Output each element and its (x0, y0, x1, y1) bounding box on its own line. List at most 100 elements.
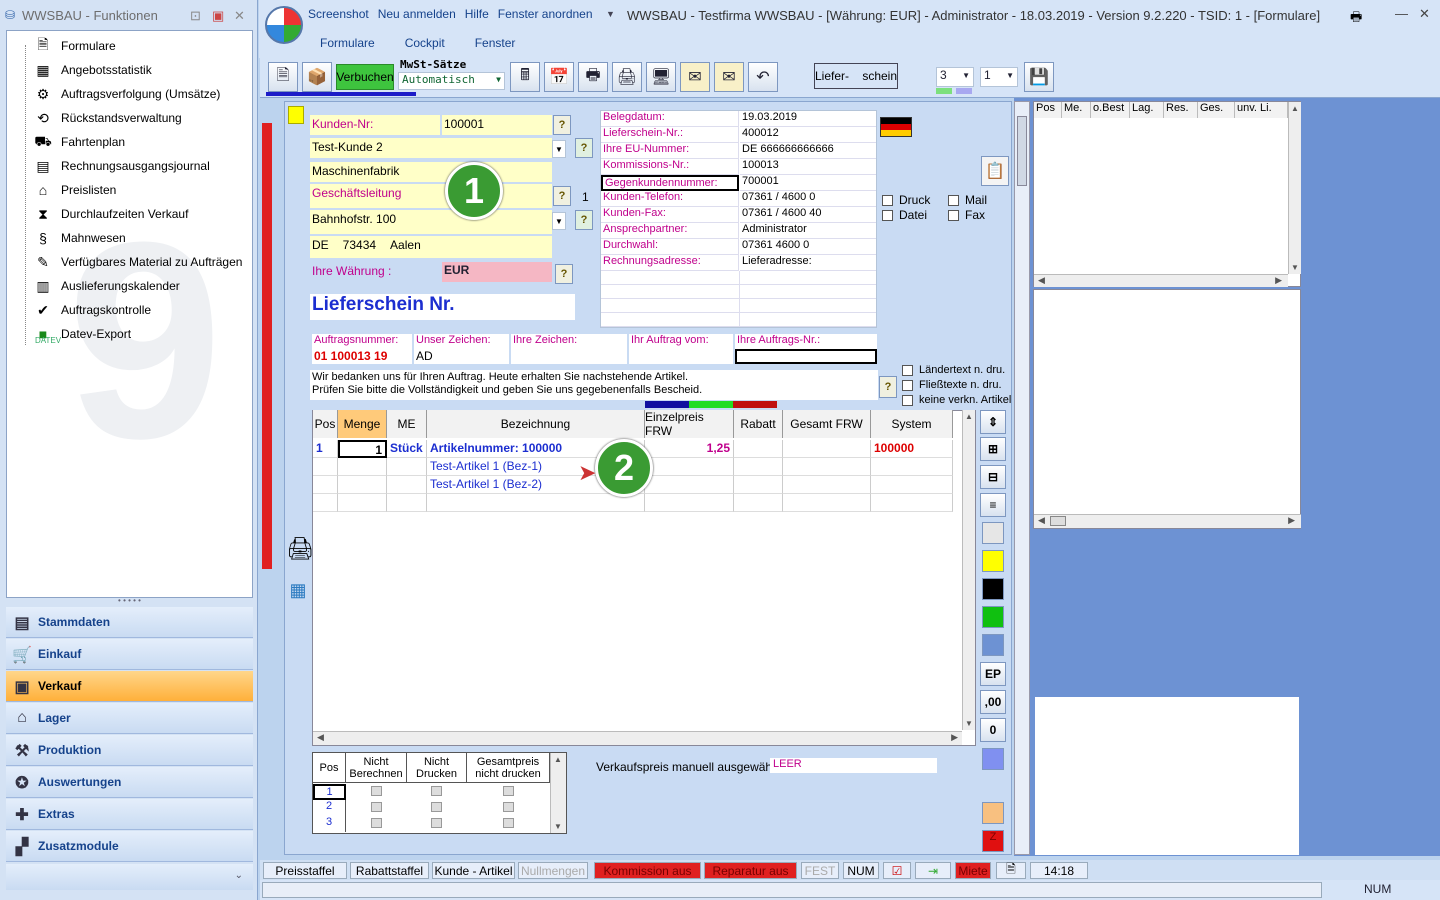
grid-cell-pos[interactable] (313, 494, 338, 512)
grid-hscroll[interactable]: ◀ ▶ (313, 731, 962, 745)
intro-text[interactable]: Wir bedanken uns für Ihren Auftrag. Heut… (310, 370, 878, 400)
tree-item-2[interactable]: ⚙ Auftragsverfolgung (Umsätze) (33, 83, 221, 105)
option-fax[interactable]: Fax (948, 208, 985, 222)
zip-field[interactable]: 73434 (343, 238, 376, 256)
option-datei[interactable]: Datei (882, 208, 927, 222)
print-opt-checkbox[interactable] (431, 786, 442, 796)
grid-vscroll[interactable]: ▲ ▼ (962, 410, 975, 730)
verbuchen-button[interactable]: Verbuchen (336, 64, 394, 90)
tree-item-5[interactable]: ▤ Rechnungsausgangsjournal (33, 155, 209, 177)
grid-header-6[interactable]: Gesamt FRW (783, 410, 871, 438)
tree-item-9[interactable]: ✎ Verfügbares Material zu Aufträgen (33, 251, 242, 273)
print-opt-checkbox[interactable] (370, 818, 382, 828)
help-address-icon[interactable]: ? (575, 210, 593, 230)
color-swatch-yellow[interactable] (982, 550, 1004, 572)
checkbox-fax[interactable] (948, 210, 959, 222)
grid-header-2[interactable]: ME (387, 410, 427, 438)
ep-button[interactable]: EP (980, 662, 1006, 686)
nav-produktion[interactable]: ⚒ Produktion (6, 735, 253, 766)
name1-dropdown-icon[interactable]: ▼ (552, 140, 566, 158)
grid-cell-rabatt[interactable] (734, 494, 783, 512)
copies-select[interactable]: 3 ▼ (936, 67, 974, 87)
doc-info-value[interactable]: DE 666666666666 (740, 143, 876, 159)
help-name-icon[interactable]: ? (575, 138, 593, 158)
doc-info-value[interactable]: 400012 (740, 127, 876, 143)
printer-icon[interactable]: 🖶 (1350, 8, 1362, 30)
grid-header-1[interactable]: Menge (338, 410, 387, 438)
qa-relogin[interactable]: Neu anmelden (378, 7, 456, 21)
german-flag-icon[interactable] (880, 117, 912, 137)
status-check-icon[interactable]: ☑ (883, 862, 911, 879)
delete-row-icon[interactable]: ≡ (980, 493, 1006, 517)
text-option-2[interactable]: keine verkn. Artikel (902, 394, 1011, 406)
mail-icon[interactable]: ✉ (680, 62, 710, 92)
lieferschein-button[interactable]: Liefer- schein (814, 63, 898, 89)
tree-item-3[interactable]: ⟲ Rückstandsverwaltung (33, 107, 182, 129)
option-druck[interactable]: Druck (882, 193, 930, 207)
color-swatch-violet[interactable] (982, 748, 1004, 770)
grid-header-4[interactable]: Einzelpreis FRW (645, 410, 734, 438)
mail-send-icon[interactable]: ✉ (714, 62, 744, 92)
color-swatch-orange[interactable] (982, 802, 1004, 824)
screen-icon[interactable]: 🖥 (646, 62, 676, 92)
grid-cell-pos[interactable] (313, 476, 338, 494)
order-field-value[interactable]: AD (414, 349, 509, 364)
print-opt-checkbox[interactable] (502, 786, 514, 796)
doc-info-value[interactable]: Lieferadresse: (740, 255, 876, 271)
order-field-value[interactable]: 01 100013 19 (312, 349, 412, 364)
grid-cell-gesamt[interactable] (783, 476, 871, 494)
main-vscroll[interactable] (1014, 101, 1030, 855)
status-reparatur-aus[interactable]: Reparatur aus (704, 862, 797, 879)
grid-cell-system[interactable] (871, 458, 953, 476)
move-up-down-icon[interactable]: ⇕ (980, 410, 1006, 434)
status-miete[interactable]: Miete (955, 862, 991, 879)
grid-cell-gesamt[interactable] (783, 494, 871, 512)
insert-row-icon[interactable]: ⊞ (980, 437, 1006, 461)
grid-cell-pos[interactable]: 1 (313, 440, 338, 458)
stock-header-1[interactable]: Me. (1062, 102, 1091, 118)
nav-auswertungen[interactable]: ✪ Auswertungen (6, 767, 253, 798)
grid-cell-me[interactable]: Stück (387, 440, 427, 458)
grid-cell-rabatt[interactable] (734, 476, 783, 494)
grid-cell-menge[interactable]: 1 (338, 440, 387, 458)
tree-item-7[interactable]: ⧗ Durchlaufzeiten Verkauf (33, 203, 188, 225)
calculator-side-icon[interactable]: ▦ (286, 580, 310, 606)
grid-cell-system[interactable]: 100000 (871, 440, 953, 458)
new-doc-icon[interactable]: 🗎 (268, 62, 298, 92)
print-opt-checkbox[interactable] (370, 802, 382, 812)
tree-item-10[interactable]: ▥ Auslieferungskalender (33, 275, 179, 297)
layout-select[interactable]: 1 ▼ (980, 67, 1018, 87)
kunden-nr-field[interactable]: 100001 (442, 115, 552, 135)
tree-item-11[interactable]: ✔ Auftragskontrolle (33, 299, 151, 321)
doc-info-value[interactable]: 07361 4600 0 (740, 239, 876, 255)
grid-cell-gesamt[interactable] (783, 458, 871, 476)
name2-field[interactable]: Maschinenfabrik (310, 162, 552, 182)
nav-zusatzmodule[interactable]: ▞ Zusatzmodule (6, 831, 253, 862)
city-field[interactable]: Aalen (390, 238, 421, 256)
color-swatch-green[interactable] (982, 606, 1004, 628)
back-icon[interactable]: ↶ (748, 62, 778, 92)
order-field-value[interactable] (735, 349, 877, 364)
print-opt-checkbox[interactable] (502, 802, 514, 812)
print-opt-checkbox[interactable] (431, 802, 442, 812)
doc-info-value[interactable]: 07361 / 4600 0 (740, 191, 876, 207)
color-swatch-black[interactable] (982, 578, 1004, 600)
order-field-value[interactable] (629, 349, 733, 364)
status-kunde-artikel[interactable]: Kunde - Artikel (432, 862, 515, 879)
help-contact-icon[interactable]: ? (553, 186, 571, 206)
close-window-icon[interactable]: ✕ (1419, 6, 1430, 22)
add-print-icon[interactable]: 🖨 (285, 536, 315, 566)
qa-screenshot[interactable]: Screenshot (308, 7, 369, 21)
stock-header-0[interactable]: Pos (1034, 102, 1062, 118)
grid-cell-me[interactable] (387, 458, 427, 476)
order-field-value[interactable] (511, 349, 627, 364)
calculator-icon[interactable]: 🖩 (510, 62, 540, 92)
text-option-0[interactable]: Ländertext n. dru. (902, 364, 1005, 376)
grid-cell-bez[interactable] (427, 494, 645, 512)
grid-cell-rabatt[interactable] (734, 458, 783, 476)
status-num[interactable]: NUM (843, 862, 879, 879)
menu-fenster[interactable]: Fenster (475, 36, 516, 50)
help-customer-icon[interactable]: ? (553, 115, 571, 135)
pin-icon[interactable]: ⊡ (190, 8, 201, 24)
stock-header-2[interactable]: o.Best (1091, 102, 1130, 118)
